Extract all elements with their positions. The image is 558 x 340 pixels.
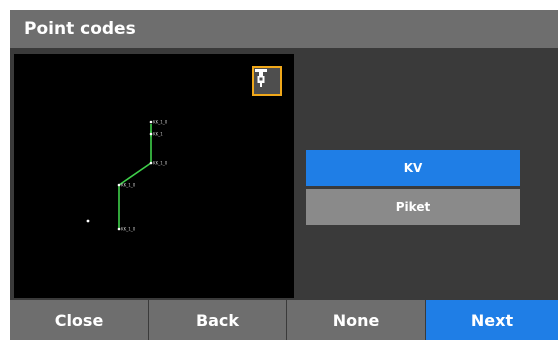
standalone-point[interactable]: [86, 219, 90, 223]
close-button[interactable]: Close: [10, 300, 149, 340]
next-button[interactable]: Next: [426, 300, 558, 340]
survey-line: [118, 124, 152, 229]
back-button[interactable]: Back: [149, 300, 287, 340]
window-title: Point codes: [10, 10, 558, 48]
point-marker[interactable]: KK_1_0: [117, 183, 136, 188]
point-label: KK_1_0: [121, 227, 136, 232]
point-label: KK_1_0: [121, 183, 136, 188]
close-button-label: Close: [54, 310, 104, 330]
next-button-label: Next: [470, 310, 514, 330]
point-marker[interactable]: KK_1_0: [149, 120, 168, 125]
code-item-label: Piket: [395, 200, 431, 214]
code-item-kv[interactable]: KV: [306, 150, 520, 186]
total-station-icon: [255, 69, 267, 87]
code-item-label: KV: [403, 161, 423, 175]
point-label: KK_1: [153, 132, 163, 137]
point-codes-window: Point codes KK_1_0 KK_1 KK_1_0 KK_1_0 KK…: [10, 10, 558, 340]
instrument-button[interactable]: [252, 66, 282, 96]
back-button-label: Back: [195, 310, 240, 330]
point-label: KK_1_0: [153, 120, 168, 125]
none-button[interactable]: None: [287, 300, 426, 340]
none-button-label: None: [332, 310, 380, 330]
code-item-piket[interactable]: Piket: [306, 189, 520, 225]
workspace: KK_1_0 KK_1 KK_1_0 KK_1_0 KK_1_0 KV Pike…: [10, 48, 558, 300]
point-label: KK_1_0: [153, 161, 168, 166]
point-marker[interactable]: KK_1_0: [149, 161, 168, 166]
bottom-toolbar: Close Back None Next: [10, 300, 558, 340]
point-code-list: KV Piket: [306, 150, 520, 228]
point-marker[interactable]: KK_1_0: [117, 227, 136, 232]
drawing-canvas[interactable]: KK_1_0 KK_1 KK_1_0 KK_1_0 KK_1_0: [14, 54, 294, 298]
